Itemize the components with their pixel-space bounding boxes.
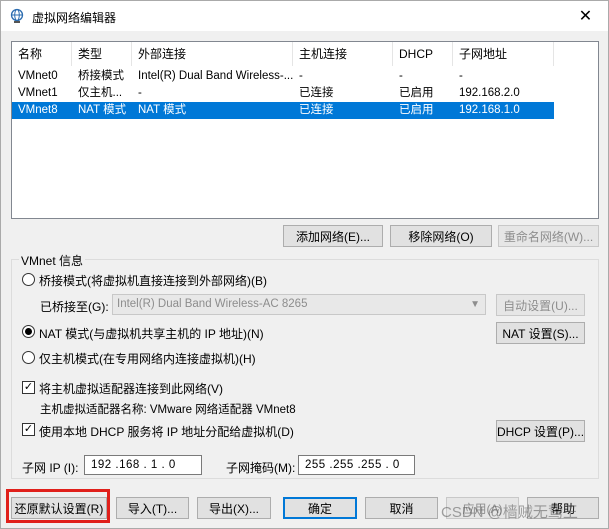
cell-host: -	[299, 70, 303, 82]
cell-subnet: 192.168.1.0	[459, 104, 520, 116]
cell-type: NAT 模式	[78, 104, 127, 116]
import-button[interactable]: 导入(T)...	[116, 497, 189, 519]
cell-external: Intel(R) Dual Band Wireless-...	[138, 70, 293, 82]
cell-dhcp: 已启用	[399, 87, 434, 99]
column-header-type[interactable]: 类型	[72, 42, 132, 66]
cell-name: VMnet8	[18, 104, 58, 116]
cell-host: 已连接	[299, 104, 334, 116]
dhcp-label[interactable]: 使用本地 DHCP 服务将 IP 地址分配给虚拟机(D)	[39, 423, 294, 440]
cancel-button[interactable]: 取消	[365, 497, 438, 519]
cell-name: VMnet1	[18, 87, 58, 99]
connect-adapter-checkbox[interactable]: ✓	[22, 381, 35, 394]
cell-type: 桥接模式	[78, 70, 124, 82]
connect-adapter-label[interactable]: 将主机虚拟适配器连接到此网络(V)	[39, 380, 223, 397]
export-button[interactable]: 导出(X)...	[197, 497, 271, 519]
subnet-mask-input[interactable]: 255 .255 .255 . 0	[298, 455, 415, 475]
bridged-to-label: 已桥接至(G):	[40, 300, 109, 314]
cell-dhcp: 已启用	[399, 104, 434, 116]
column-header-external[interactable]: 外部连接	[132, 42, 293, 66]
title-bar: 虚拟网络编辑器 ✕	[1, 1, 608, 31]
cell-name: VMnet0	[18, 70, 58, 82]
cell-subnet: 192.168.2.0	[459, 87, 520, 99]
column-header-host[interactable]: 主机连接	[293, 42, 393, 66]
dhcp-checkbox[interactable]: ✓	[22, 423, 35, 436]
cell-external: NAT 模式	[138, 104, 187, 116]
vmnet-info-group	[11, 259, 599, 479]
cell-subnet: -	[459, 70, 463, 82]
network-globe-icon	[10, 8, 24, 23]
hostonly-mode-radio[interactable]	[22, 351, 35, 364]
column-header-subnet[interactable]: 子网地址	[453, 42, 554, 66]
cell-host: 已连接	[299, 87, 334, 99]
chevron-down-icon: ▼	[470, 299, 480, 310]
vmnet-info-legend: VMnet 信息	[19, 252, 86, 269]
column-header-dhcp[interactable]: DHCP	[393, 42, 453, 66]
window-title: 虚拟网络编辑器	[32, 11, 117, 25]
table-header: 名称 类型 外部连接 主机连接 DHCP 子网地址	[12, 42, 598, 66]
rename-network-button[interactable]: 重命名网络(W)...	[498, 225, 599, 247]
bridged-mode-radio[interactable]	[22, 273, 35, 286]
table-row-selected[interactable]: VMnet8 NAT 模式 NAT 模式 已连接 已启用 192.168.1.0	[12, 102, 554, 119]
subnet-mask-label: 子网掩码(M):	[226, 461, 296, 475]
bridged-to-select[interactable]: Intel(R) Dual Band Wireless-AC 8265 ▼	[112, 294, 486, 315]
highlight-frame	[6, 489, 110, 523]
close-icon[interactable]: ✕	[563, 1, 608, 31]
table-row[interactable]: VMnet1 仅主机... - 已连接 已启用 192.168.2.0	[12, 85, 554, 102]
subnet-ip-label: 子网 IP (I):	[22, 461, 79, 475]
remove-network-button[interactable]: 移除网络(O)	[390, 225, 492, 247]
virtual-network-editor-window: 虚拟网络编辑器 ✕ 名称 类型 外部连接 主机连接 DHCP 子网地址 VMne…	[0, 0, 609, 529]
nat-mode-radio[interactable]	[22, 325, 35, 338]
network-table[interactable]: 名称 类型 外部连接 主机连接 DHCP 子网地址 VMnet0 桥接模式 In…	[11, 41, 599, 219]
cell-type: 仅主机...	[78, 87, 123, 99]
adapter-name-label: 主机虚拟适配器名称: VMware 网络适配器 VMnet8	[40, 404, 296, 416]
nat-settings-button[interactable]: NAT 设置(S)...	[496, 322, 585, 344]
cell-external: -	[138, 87, 142, 99]
watermark-text: CSDN @樯贼无鸷王	[441, 504, 578, 521]
bridged-to-value: Intel(R) Dual Band Wireless-AC 8265	[117, 298, 308, 310]
subnet-ip-input[interactable]: 192 .168 . 1 . 0	[84, 455, 202, 475]
nat-mode-label[interactable]: NAT 模式(与虚拟机共享主机的 IP 地址)(N)	[39, 325, 264, 342]
dhcp-settings-button[interactable]: DHCP 设置(P)...	[496, 420, 585, 442]
hostonly-mode-label[interactable]: 仅主机模式(在专用网络内连接虚拟机)(H)	[39, 350, 256, 367]
table-row[interactable]: VMnet0 桥接模式 Intel(R) Dual Band Wireless-…	[12, 68, 554, 85]
ok-button[interactable]: 确定	[283, 497, 357, 519]
column-header-name[interactable]: 名称	[12, 42, 72, 66]
add-network-button[interactable]: 添加网络(E)...	[283, 225, 383, 247]
bridged-mode-label[interactable]: 桥接模式(将虚拟机直接连接到外部网络)(B)	[39, 272, 267, 289]
auto-settings-button[interactable]: 自动设置(U)...	[496, 294, 585, 316]
cell-dhcp: -	[399, 70, 403, 82]
